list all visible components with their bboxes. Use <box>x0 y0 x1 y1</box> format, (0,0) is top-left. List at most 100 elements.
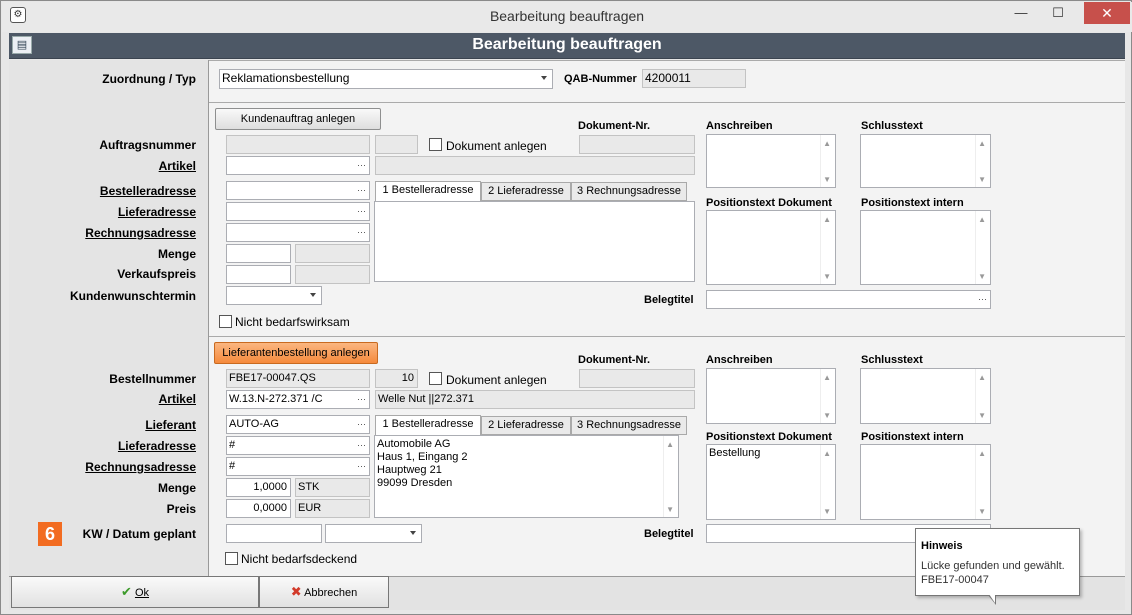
scroll-up-icon[interactable]: ▲ <box>978 449 986 458</box>
scroll-down-icon[interactable]: ▼ <box>666 505 674 514</box>
close-button[interactable]: ✕ <box>1084 2 1130 24</box>
datum-geplant-field[interactable] <box>325 524 422 543</box>
lieferant-label[interactable]: Lieferant <box>9 417 196 433</box>
menge-unit-field[interactable] <box>295 244 370 263</box>
scroll-up-icon[interactable]: ▲ <box>978 215 986 224</box>
belegtitel-lieferant-label: Belegtitel <box>644 528 694 540</box>
scroll-up-icon[interactable]: ▲ <box>666 440 674 449</box>
more-icon[interactable]: ··· <box>357 157 366 174</box>
positionstext-dokument-memo[interactable]: ▲ ▼ <box>706 210 836 285</box>
menge-lieferant-field[interactable]: 1,0000 <box>226 478 291 497</box>
dokument-nr-field[interactable] <box>579 135 695 154</box>
bestelleradresse-field[interactable]: ··· <box>226 181 370 200</box>
rechnungsadresse-field[interactable]: ··· <box>226 223 370 242</box>
lieferadresse-lieferant-field[interactable]: # ··· <box>226 436 370 455</box>
anschreiben-lieferant-memo[interactable]: ▲ ▼ <box>706 368 836 424</box>
more-icon[interactable]: ··· <box>357 458 366 475</box>
tab-lieferadresse[interactable]: 2 Lieferadresse <box>481 182 571 201</box>
more-icon[interactable]: ··· <box>357 203 366 220</box>
lieferadresse-field[interactable]: ··· <box>226 202 370 221</box>
scroll-up-icon[interactable]: ▲ <box>978 139 986 148</box>
lieferant-address-panel[interactable]: Automobile AG Haus 1, Eingang 2 Hauptweg… <box>374 435 679 518</box>
nicht-bedarfswirksam-checkbox[interactable] <box>219 315 232 328</box>
tab-rechnungsadresse[interactable]: 3 Rechnungsadresse <box>571 182 687 201</box>
more-icon[interactable]: ··· <box>357 182 366 199</box>
dokument-anlegen-checkbox[interactable] <box>429 138 442 151</box>
bestelleradresse-label[interactable]: Bestelleradresse <box>9 183 196 199</box>
schlusstext-label: Schlusstext <box>861 120 923 132</box>
positionstext-intern-memo[interactable]: ▲ ▼ <box>860 210 991 285</box>
anschreiben-memo[interactable]: ▲ ▼ <box>706 134 836 188</box>
schlusstext-lieferant-memo[interactable]: ▲ ▼ <box>860 368 991 424</box>
rechnungsadresse-lieferant-field[interactable]: # ··· <box>226 457 370 476</box>
tab-rechnungsadresse-lieferant[interactable]: 3 Rechnungsadresse <box>571 416 687 435</box>
more-icon[interactable]: ··· <box>357 224 366 241</box>
dokument-anlegen-lieferant-checkbox[interactable] <box>429 372 442 385</box>
belegtitel-field[interactable]: ··· <box>706 290 991 309</box>
rechnungsadresse-label[interactable]: Rechnungsadresse <box>9 225 196 241</box>
rechnungsadresse-lieferant-label[interactable]: Rechnungsadresse <box>9 459 196 475</box>
waehrung-field[interactable] <box>295 265 370 284</box>
positionstext-dokument-lieferant-memo[interactable]: Bestellung ▲ ▼ <box>706 444 836 520</box>
scroll-down-icon[interactable]: ▼ <box>823 411 831 420</box>
cancel-x-icon: ✖ <box>290 584 302 599</box>
artikel-lieferant-desc[interactable]: Welle Nut ||272.371 <box>375 390 695 409</box>
preis-unit[interactable]: EUR <box>295 499 370 518</box>
verkaufspreis-field[interactable] <box>226 265 291 284</box>
positionstext-intern-lieferant-memo[interactable]: ▲ ▼ <box>860 444 991 520</box>
tab-bestelleradresse[interactable]: 1 Bestelleradresse <box>375 181 481 202</box>
artikel-lieferant-field[interactable]: W.13.N-272.371 /C ··· <box>226 390 370 409</box>
scroll-up-icon[interactable]: ▲ <box>978 373 986 382</box>
positionstext-dokument-value: Bestellung <box>709 447 761 459</box>
rechnungsadresse-lieferant-value: # <box>229 460 236 472</box>
positionstext-intern-lieferant-label: Positionstext intern <box>861 431 964 443</box>
bestellnummer-field[interactable]: FBE17-00047.QS <box>226 369 370 388</box>
zuordnung-select[interactable]: Reklamationsbestellung <box>219 69 553 89</box>
abbrechen-button[interactable]: ✖ Abbrechen <box>259 576 389 608</box>
more-icon[interactable]: ··· <box>357 416 366 433</box>
kw-field[interactable] <box>226 524 322 543</box>
minimize-button[interactable]: — <box>1006 2 1036 24</box>
artikel-field[interactable]: ··· <box>226 156 370 175</box>
tab-lieferadresse-lieferant[interactable]: 2 Lieferadresse <box>481 416 571 435</box>
maximize-button[interactable]: ☐ <box>1043 2 1073 24</box>
lieferant-field[interactable]: AUTO-AG ··· <box>226 415 370 434</box>
ok-button[interactable]: ✔ Ok <box>11 576 259 608</box>
scroll-down-icon[interactable]: ▼ <box>978 175 986 184</box>
scroll-down-icon[interactable]: ▼ <box>823 507 831 516</box>
tab-bestelleradresse-lieferant[interactable]: 1 Bestelleradresse <box>375 415 481 436</box>
position-field[interactable]: 10 <box>375 369 418 388</box>
scroll-up-icon[interactable]: ▲ <box>823 139 831 148</box>
more-icon[interactable]: ··· <box>357 391 366 408</box>
lieferadresse-label[interactable]: Lieferadresse <box>9 204 196 220</box>
kundenwunschtermin-field[interactable] <box>226 286 322 305</box>
artikel-lieferant-label[interactable]: Artikel <box>9 391 196 407</box>
scroll-up-icon[interactable]: ▲ <box>823 449 831 458</box>
qab-field[interactable]: 4200011 <box>642 69 746 88</box>
more-icon[interactable]: ··· <box>978 291 987 308</box>
menge-field[interactable] <box>226 244 291 263</box>
lieferantenbestellung-anlegen-button[interactable]: Lieferantenbestellung anlegen <box>214 342 378 364</box>
scroll-down-icon[interactable]: ▼ <box>978 507 986 516</box>
preis-label: Preis <box>166 502 196 516</box>
auftragsposition-field[interactable] <box>375 135 418 154</box>
artikel-label[interactable]: Artikel <box>9 158 196 174</box>
scroll-down-icon[interactable]: ▼ <box>978 272 986 281</box>
schlusstext-memo[interactable]: ▲ ▼ <box>860 134 991 188</box>
auftragsnummer-field[interactable] <box>226 135 370 154</box>
nicht-bedarfsdeckend-checkbox[interactable] <box>225 552 238 565</box>
lieferadresse-lieferant-label[interactable]: Lieferadresse <box>9 438 196 454</box>
dokument-nr-label: Dokument-Nr. <box>578 120 651 132</box>
scroll-up-icon[interactable]: ▲ <box>823 373 831 382</box>
scroll-up-icon[interactable]: ▲ <box>823 215 831 224</box>
scroll-down-icon[interactable]: ▼ <box>823 175 831 184</box>
more-icon[interactable]: ··· <box>357 437 366 454</box>
kundenauftrag-anlegen-button[interactable]: Kundenauftrag anlegen <box>215 108 381 130</box>
preis-field[interactable]: 0,0000 <box>226 499 291 518</box>
scroll-down-icon[interactable]: ▼ <box>823 272 831 281</box>
artikel-desc-field[interactable] <box>375 156 695 175</box>
kunde-address-panel[interactable] <box>374 201 695 282</box>
scroll-down-icon[interactable]: ▼ <box>978 411 986 420</box>
dokument-nr-lieferant-field[interactable] <box>579 369 695 388</box>
menge-lieferant-unit[interactable]: STK <box>295 478 370 497</box>
